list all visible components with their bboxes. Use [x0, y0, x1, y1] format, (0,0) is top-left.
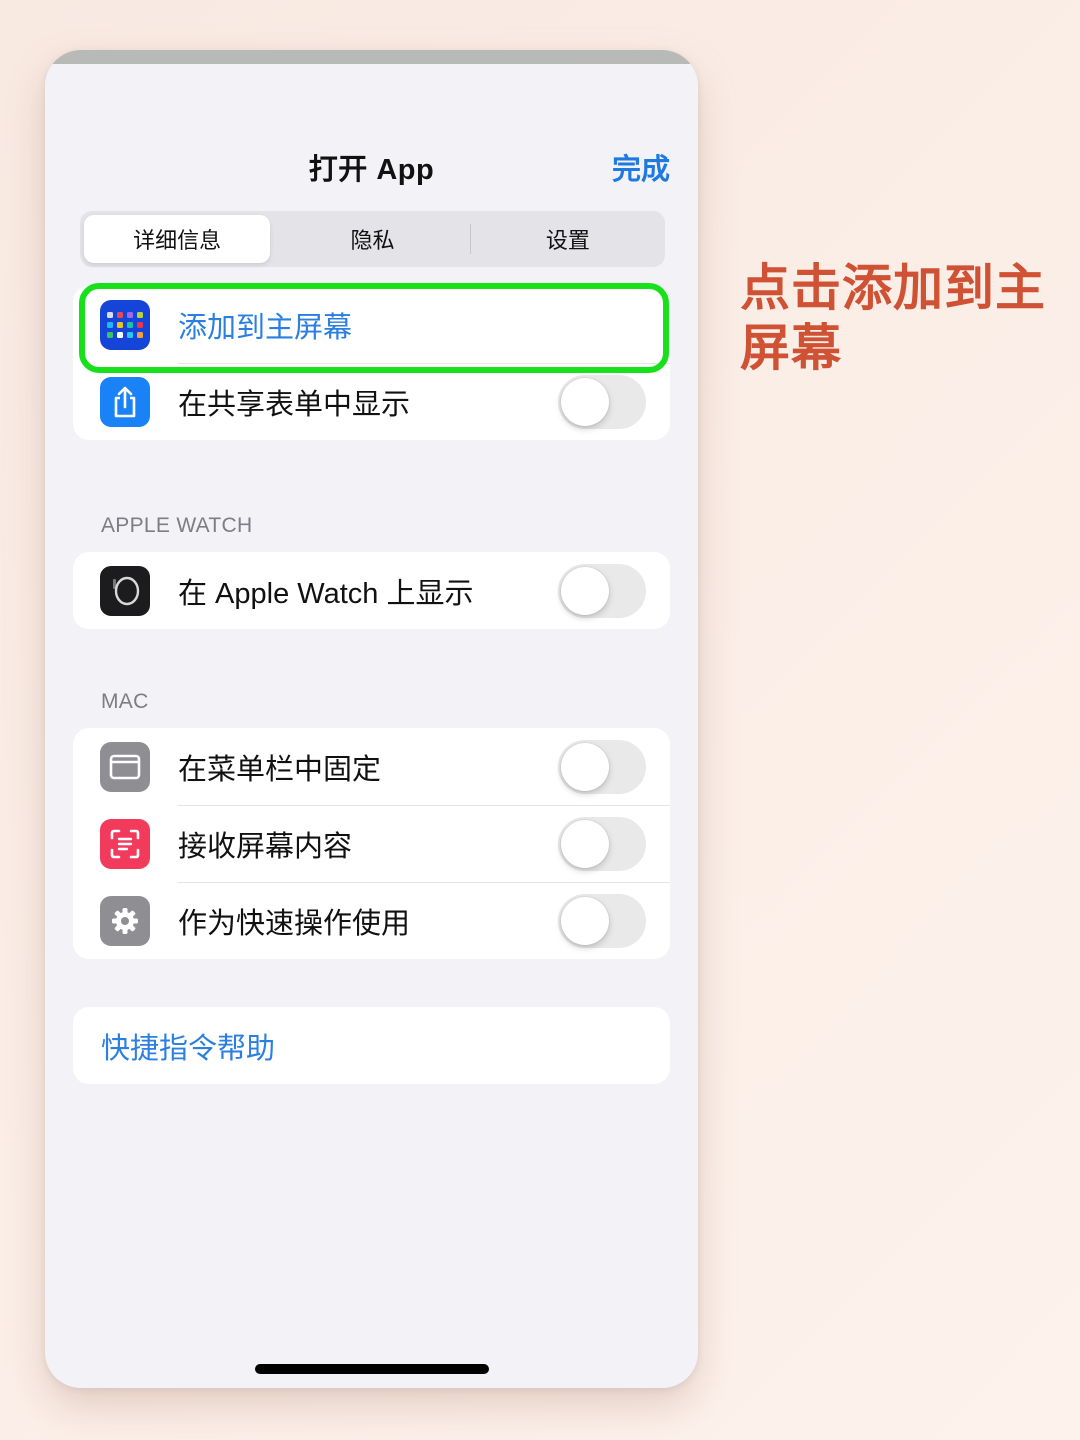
apple-watch-icon	[100, 565, 150, 616]
segmented-control: 详细信息 隐私 设置	[80, 211, 665, 267]
tab-details[interactable]: 详细信息	[84, 215, 271, 263]
mac-section-header: MAC	[101, 690, 149, 713]
use-as-quick-action-toggle[interactable]	[558, 893, 646, 948]
segment-divider	[274, 224, 275, 254]
pin-in-menu-bar-row: 在菜单栏中固定	[73, 728, 670, 805]
apple-watch-section-header: APPLE WATCH	[101, 514, 253, 537]
home-indicator	[255, 1364, 489, 1374]
segment-divider	[469, 224, 471, 254]
show-in-share-sheet-row: 在共享表单中显示	[73, 363, 670, 440]
toggle-knob	[561, 742, 609, 791]
sheet-title: 打开 App	[308, 154, 435, 186]
toggle-knob	[561, 377, 609, 426]
background-sheet-edge	[45, 50, 698, 64]
pin-in-menu-bar-toggle[interactable]	[558, 739, 646, 794]
shortcut-details-sheet: 打开 App 完成 详细信息 隐私 设置 添加到主屏幕 在共享表单中显示 APP…	[45, 64, 698, 1388]
use-as-quick-action-label: 作为快速操作使用	[178, 907, 411, 940]
show-on-apple-watch-row: 在 Apple Watch 上显示	[73, 552, 670, 629]
toggle-knob	[561, 896, 609, 945]
toggle-knob	[561, 566, 609, 615]
share-icon	[100, 376, 150, 427]
pin-in-menu-bar-label: 在菜单栏中固定	[178, 753, 382, 786]
mac-group: 在菜单栏中固定 接收屏幕内容 作为快速操作使用	[73, 728, 670, 959]
receive-screen-content-label: 接收屏幕内容	[178, 830, 353, 863]
help-group: 快捷指令帮助	[73, 1007, 670, 1084]
use-as-quick-action-row: 作为快速操作使用	[73, 882, 670, 959]
show-on-apple-watch-label: 在 Apple Watch 上显示	[178, 577, 474, 610]
screen-scan-icon	[100, 818, 150, 869]
show-on-apple-watch-toggle[interactable]	[558, 563, 646, 618]
gear-icon	[100, 895, 150, 946]
annotation-text: 点击添加到主屏幕	[740, 260, 1046, 376]
menu-bar-icon	[100, 741, 150, 792]
receive-screen-content-row: 接收屏幕内容	[73, 805, 670, 882]
toggle-knob	[561, 819, 609, 868]
shortcuts-help-row[interactable]: 快捷指令帮助	[73, 1007, 670, 1084]
phone-screen: 打开 App 完成 详细信息 隐私 设置 添加到主屏幕 在共享表单中显示 APP…	[45, 50, 698, 1388]
shortcuts-help-link[interactable]: 快捷指令帮助	[101, 1025, 275, 1067]
show-in-share-sheet-label: 在共享表单中显示	[178, 388, 411, 421]
home-screen-apps-icon	[100, 299, 150, 350]
general-group: 添加到主屏幕 在共享表单中显示	[73, 286, 670, 440]
add-to-home-screen-label: 添加到主屏幕	[178, 311, 353, 344]
tab-settings[interactable]: 设置	[475, 215, 661, 263]
tab-privacy[interactable]: 隐私	[279, 215, 465, 263]
receive-screen-content-toggle[interactable]	[558, 816, 646, 871]
show-in-share-sheet-toggle[interactable]	[558, 374, 646, 429]
done-button[interactable]: 完成	[612, 146, 670, 188]
add-to-home-screen-row[interactable]: 添加到主屏幕	[73, 286, 670, 363]
apple-watch-group: 在 Apple Watch 上显示	[73, 552, 670, 629]
